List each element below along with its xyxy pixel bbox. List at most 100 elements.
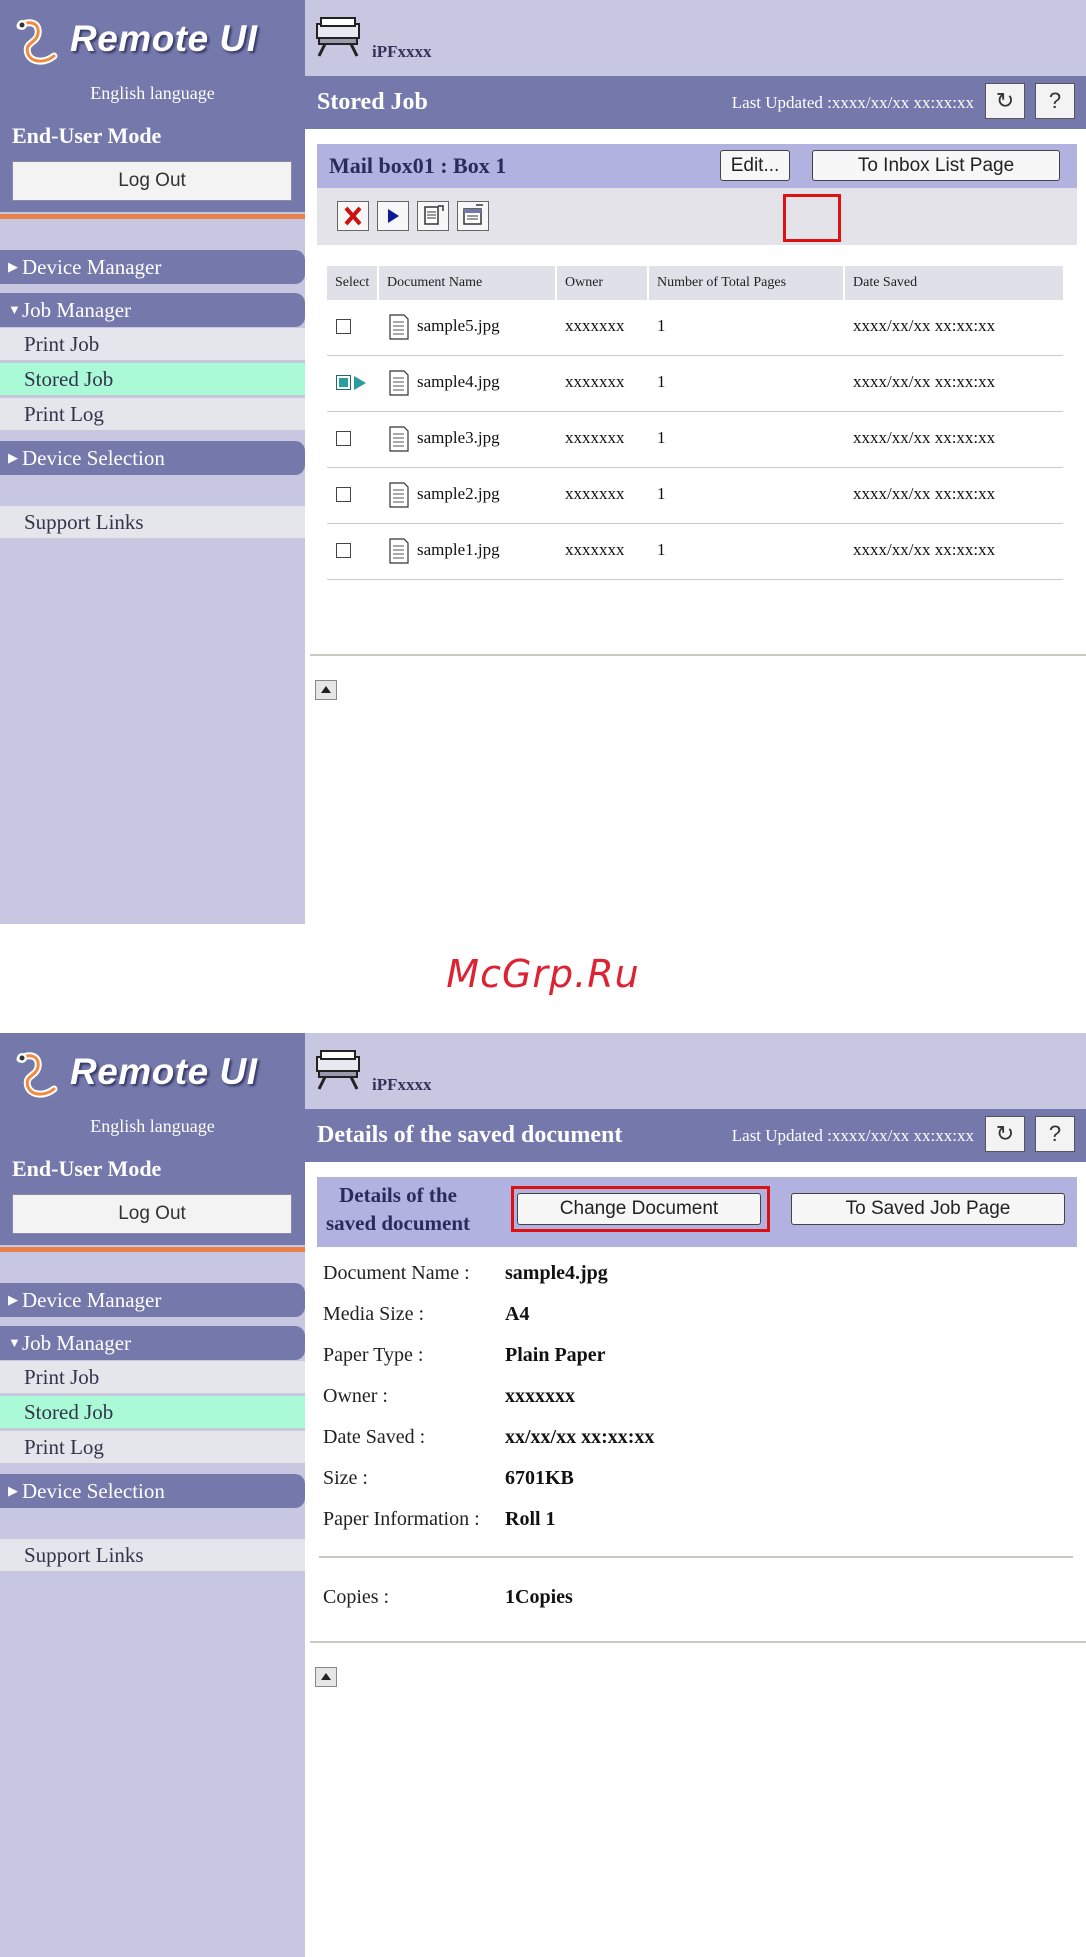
- document-details-icon: [424, 205, 444, 225]
- device-name: iPFxxxx: [372, 1075, 432, 1094]
- nav-device-selection[interactable]: ▶ Device Selection: [0, 1474, 305, 1508]
- date-cell: xxxx/xx/xx xx:xx:xx: [853, 428, 996, 447]
- sidebar-divider: [0, 214, 305, 219]
- inbox-list-button[interactable]: To Inbox List Page: [812, 150, 1060, 181]
- pages-cell: 1: [657, 484, 666, 503]
- last-updated: Last Updated :xxxx/xx/xx xx:xx:xx: [731, 93, 974, 112]
- language-link[interactable]: English language: [0, 83, 305, 104]
- row-checkbox[interactable]: [336, 543, 351, 558]
- detail-label: Paper Type :: [323, 1344, 424, 1366]
- job-toolbar: [317, 188, 1077, 245]
- scroll-to-top-button[interactable]: [315, 1667, 337, 1687]
- table-row[interactable]: sample5.jpg xxxxxxx 1 xxxx/xx/xx xx:xx:x…: [327, 300, 1063, 356]
- nav-print-log[interactable]: Print Log: [0, 1431, 305, 1464]
- printer-icon: [316, 1050, 360, 1090]
- chevron-right-icon: ▶: [8, 259, 18, 274]
- logout-button[interactable]: Log Out: [12, 161, 292, 201]
- header-total-pages: Number of Total Pages: [649, 266, 843, 300]
- edit-button[interactable]: Edit...: [720, 150, 790, 181]
- refresh-button[interactable]: ↻: [985, 1116, 1025, 1152]
- table-row[interactable]: sample4.jpg xxxxxxx 1 xxxx/xx/xx xx:xx:x…: [327, 356, 1063, 412]
- document-name[interactable]: sample1.jpg: [417, 540, 500, 560]
- title-bar: Details of the saved document Last Updat…: [305, 1109, 1086, 1162]
- section-title: Details of the saved document: [323, 1181, 473, 1237]
- refresh-button[interactable]: ↻: [985, 83, 1025, 119]
- details-header: Details of the saved document Change Doc…: [317, 1177, 1077, 1247]
- sidebar: Remote UI English language End-User Mode…: [0, 0, 305, 924]
- owner-cell: xxxxxxx: [565, 428, 625, 447]
- title-bar: Stored Job Last Updated :xxxx/xx/xx xx:x…: [305, 76, 1086, 129]
- box-header: Mail box01 : Box 1 Edit... To Inbox List…: [317, 144, 1077, 188]
- nav-device-manager[interactable]: ▶ Device Manager: [0, 1283, 305, 1317]
- section-divider: [310, 1641, 1086, 1643]
- header-owner: Owner: [557, 266, 647, 300]
- nav-label: Device Manager: [22, 1288, 162, 1312]
- detail-label: Owner :: [323, 1385, 388, 1407]
- table-row[interactable]: sample3.jpg xxxxxxx 1 xxxx/xx/xx xx:xx:x…: [327, 412, 1063, 468]
- print-button[interactable]: [377, 201, 409, 231]
- device-header: iPFxxxx: [305, 1033, 1086, 1109]
- nav-label: Job Manager: [22, 298, 132, 322]
- document-icon: [389, 370, 409, 396]
- table-header: Select Document Name Owner Number of Tot…: [327, 266, 1063, 300]
- nav-print-job[interactable]: Print Job: [0, 328, 305, 361]
- sidebar-divider: [0, 1247, 305, 1252]
- document-name[interactable]: sample5.jpg: [417, 316, 500, 336]
- row-checkbox[interactable]: [336, 431, 351, 446]
- nav-stored-job[interactable]: Stored Job: [0, 1396, 305, 1429]
- table-row[interactable]: sample2.jpg xxxxxxx 1 xxxx/xx/xx xx:xx:x…: [327, 468, 1063, 524]
- page-title: Details of the saved document: [317, 1122, 623, 1148]
- date-cell: xxxx/xx/xx xx:xx:xx: [853, 316, 996, 335]
- nav-print-job[interactable]: Print Job: [0, 1361, 305, 1394]
- document-name[interactable]: sample4.jpg: [417, 372, 500, 392]
- edit-document-button[interactable]: [457, 201, 489, 231]
- logout-button[interactable]: Log Out: [12, 1194, 292, 1234]
- date-cell: xxxx/xx/xx xx:xx:xx: [853, 540, 996, 559]
- detail-label: Date Saved :: [323, 1426, 426, 1448]
- detail-value: xxxxxxx: [505, 1385, 575, 1407]
- saved-job-page-button[interactable]: To Saved Job Page: [791, 1193, 1065, 1225]
- chevron-right-icon: ▶: [8, 1483, 18, 1498]
- detail-label: Paper Information :: [323, 1508, 480, 1530]
- detail-label: Size :: [323, 1467, 368, 1489]
- document-details-button[interactable]: [417, 201, 449, 231]
- row-checkbox[interactable]: [336, 375, 351, 390]
- nav-device-selection[interactable]: ▶ Device Selection: [0, 441, 305, 475]
- last-updated: Last Updated :xxxx/xx/xx xx:xx:xx: [731, 1126, 974, 1145]
- chevron-right-icon: ▶: [8, 450, 18, 465]
- row-checkbox[interactable]: [336, 487, 351, 502]
- nav-print-log[interactable]: Print Log: [0, 398, 305, 431]
- document-name[interactable]: sample3.jpg: [417, 428, 500, 448]
- nav-support-links[interactable]: Support Links: [0, 506, 305, 539]
- document-icon: [389, 538, 409, 564]
- help-button[interactable]: ?: [1035, 1116, 1075, 1152]
- pages-cell: 1: [657, 316, 666, 335]
- document-name[interactable]: sample2.jpg: [417, 484, 500, 504]
- language-link[interactable]: English language: [0, 1116, 305, 1137]
- owner-cell: xxxxxxx: [565, 540, 625, 559]
- owner-cell: xxxxxxx: [565, 484, 625, 503]
- row-checkbox[interactable]: [336, 319, 351, 334]
- detail-label: Document Name :: [323, 1262, 470, 1284]
- chevron-right-icon: ▶: [8, 1292, 18, 1307]
- printer-icon: [316, 17, 360, 57]
- details-divider: [319, 1556, 1073, 1558]
- nav-device-manager[interactable]: ▶ Device Manager: [0, 250, 305, 284]
- scroll-to-top-button[interactable]: [315, 680, 337, 700]
- nav-label: Device Selection: [22, 1479, 165, 1503]
- header-select: Select: [327, 266, 377, 300]
- table-row[interactable]: sample1.jpg xxxxxxx 1 xxxx/xx/xx xx:xx:x…: [327, 524, 1063, 580]
- section-divider: [310, 654, 1086, 656]
- nav-job-manager[interactable]: ▼ Job Manager: [0, 293, 305, 327]
- delete-button[interactable]: [337, 201, 369, 231]
- nav-support-links[interactable]: Support Links: [0, 1539, 305, 1572]
- remote-ui-logo-icon: [16, 1052, 58, 1098]
- copies-value: 1Copies: [505, 1586, 573, 1608]
- nav-label: Device Manager: [22, 255, 162, 279]
- nav-stored-job[interactable]: Stored Job: [0, 363, 305, 396]
- nav-job-manager[interactable]: ▼ Job Manager: [0, 1326, 305, 1360]
- print-icon: [388, 209, 399, 223]
- main-panel: Mail box01 : Box 1 Edit... To Inbox List…: [305, 129, 1086, 924]
- app-logo: Remote UI: [14, 1047, 304, 1107]
- help-button[interactable]: ?: [1035, 83, 1075, 119]
